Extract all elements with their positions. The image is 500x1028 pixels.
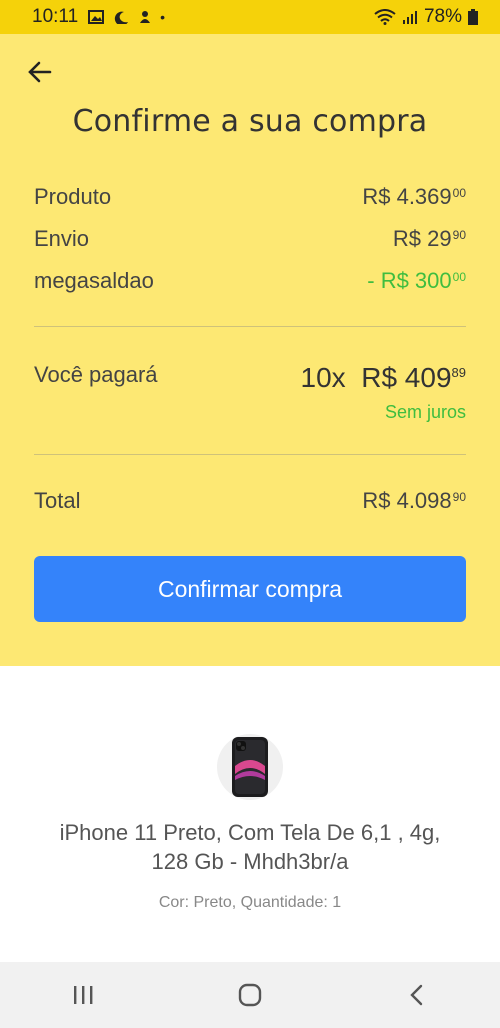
gallery-icon: [88, 10, 105, 24]
product-price-row: Produto R$ 4.36900: [34, 184, 466, 210]
status-bar: 10:11 • 78%: [0, 0, 500, 34]
notification-icon: [140, 11, 151, 23]
battery-icon: [468, 9, 478, 25]
product-details: Cor: Preto, Quantidade: 1: [158, 894, 342, 911]
page-title: Confirme a sua compra: [72, 104, 428, 139]
installments-count: 10x: [300, 362, 346, 393]
shipping-price: R$ 2990: [392, 226, 466, 251]
discount-value: - R$ 30000: [367, 268, 466, 293]
back-nav-button[interactable]: [387, 970, 447, 1020]
purchase-summary: Confirme a sua compra Produto R$ 4.36900…: [0, 34, 500, 666]
confirm-purchase-button[interactable]: Confirmar compra: [34, 556, 466, 622]
product-image: [217, 734, 283, 800]
back-button[interactable]: [24, 56, 56, 88]
divider: [34, 454, 466, 455]
battery-percentage: 78%: [423, 6, 462, 27]
chevron-left-icon: [409, 984, 422, 1006]
total-price: R$ 4.09890: [362, 488, 466, 513]
product-price: R$ 4.36900: [362, 184, 466, 209]
product-label: Produto: [34, 184, 112, 209]
recent-apps-icon: [74, 986, 93, 1004]
payment-label: Você pagará: [34, 362, 158, 387]
payment-value: 10x R$ 40989 Sem juros: [301, 362, 466, 423]
arrow-left-icon: [28, 61, 52, 83]
shipping-row: Envio R$ 2990: [34, 226, 466, 252]
wifi-icon: [374, 9, 396, 25]
status-time: 10:11: [32, 6, 79, 27]
navigation-bar: [0, 962, 500, 1028]
installment-price: R$ 40989: [361, 362, 466, 393]
discount-label: megasaldao: [34, 268, 154, 293]
home-icon: [238, 983, 262, 1007]
total-row: Total R$ 4.09890: [34, 488, 466, 514]
payment-row: Você pagará 10x R$ 40989 Sem juros: [34, 362, 466, 423]
dot-icon: •: [160, 9, 166, 25]
total-label: Total: [34, 488, 81, 513]
product-name: iPhone 11 Preto, Com Tela De 6,1 , 4g, 1…: [59, 820, 441, 874]
divider: [34, 326, 466, 327]
discount-row: megasaldao - R$ 30000: [34, 268, 466, 294]
phone-icon: [232, 737, 268, 797]
shipping-label: Envio: [34, 226, 90, 251]
recent-apps-button[interactable]: [53, 970, 113, 1020]
home-button[interactable]: [220, 970, 280, 1020]
signal-icon: [402, 11, 417, 24]
moon-icon: [115, 11, 129, 24]
interest-free-label: Sem juros: [384, 402, 466, 422]
